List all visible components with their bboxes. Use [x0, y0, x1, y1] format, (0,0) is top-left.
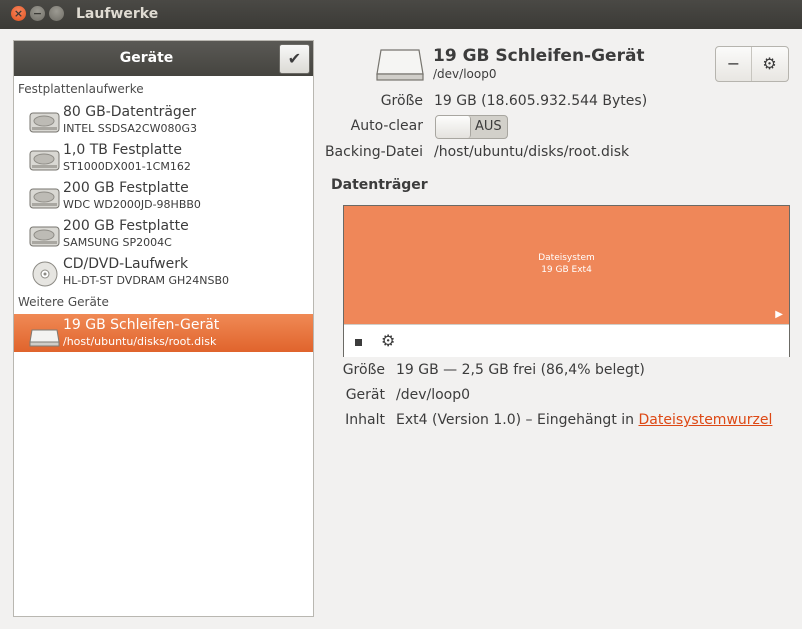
mount-point-link[interactable]: Dateisystemwurzel [638, 412, 772, 428]
volume-toolbar: ⚙ [344, 324, 789, 357]
window-maximize-button[interactable] [49, 6, 64, 21]
section-title-other-devices: Weitere Geräte [18, 295, 109, 309]
window-title: Laufwerke [76, 6, 159, 22]
window-close-button[interactable]: × [11, 6, 26, 21]
device-name: CD/DVD-Laufwerk [63, 256, 189, 272]
device-item[interactable]: 200 GB Festplatte WDC WD2000JD-98HBB0 [14, 177, 313, 215]
backing-file-label: Backing-Datei [324, 144, 423, 160]
harddisk-icon [29, 226, 60, 247]
select-mode-button[interactable]: ✔ [279, 44, 310, 74]
device-sidebar: Geräte ✔ Festplattenlaufwerke 80 GB-Date… [13, 40, 314, 617]
device-model: HL-DT-ST DVDRAM GH24NSB0 [63, 274, 230, 287]
volume-size-value: 19 GB — 2,5 GB frei (86,4% belegt) [396, 362, 645, 378]
partition-block[interactable]: Dateisystem 19 GB Ext4 ▶ [344, 206, 789, 324]
autoclear-toggle[interactable]: AUS [435, 115, 508, 139]
device-name: 1,0 TB Festplatte [63, 142, 182, 158]
partition-name: Dateisystem [538, 253, 595, 263]
device-settings-button[interactable]: ⚙ [752, 47, 787, 81]
gear-icon: ⚙ [762, 54, 777, 73]
device-name: 19 GB Schleifen-Gerät [63, 317, 220, 333]
minus-icon: − [726, 54, 741, 73]
device-name: 200 GB Festplatte [63, 180, 189, 196]
device-item[interactable]: 200 GB Festplatte SAMSUNG SP2004C [14, 215, 313, 253]
loop-device-icon [29, 329, 60, 347]
harddisk-icon [29, 188, 60, 209]
harddisk-icon [29, 150, 60, 171]
volume-settings-gear-icon[interactable]: ⚙ [381, 331, 395, 350]
device-item[interactable]: 80 GB-Datenträger INTEL SSDSA2CW080G3 [14, 101, 313, 139]
toggle-knob [436, 116, 471, 138]
device-name: 200 GB Festplatte [63, 218, 189, 234]
device-model: INTEL SSDSA2CW080G3 [63, 122, 197, 135]
size-value: 19 GB (18.605.932.544 Bytes) [434, 93, 648, 109]
device-path: /host/ubuntu/disks/root.disk [63, 335, 217, 348]
device-minus-button[interactable]: − [716, 47, 752, 81]
volume-map: Dateisystem 19 GB Ext4 ▶ ⚙ [343, 205, 790, 357]
volume-content-label: Inhalt [345, 412, 385, 428]
toggle-state: AUS [475, 119, 502, 134]
check-icon: ✔ [287, 49, 302, 68]
section-title-harddisks: Festplattenlaufwerke [18, 82, 144, 96]
device-name: 80 GB-Datenträger [63, 104, 197, 120]
device-title: 19 GB Schleifen-Gerät [433, 46, 645, 66]
size-label: Größe [380, 93, 423, 109]
play-arrow-icon: ▶ [775, 309, 783, 320]
autoclear-label: Auto-clear [350, 118, 423, 134]
device-model: ST1000DX001-1CM162 [63, 160, 191, 173]
sidebar-header: Geräte ✔ [14, 41, 313, 76]
content-text: Ext4 (Version 1.0) – Eingehängt in [396, 412, 639, 428]
optical-disc-icon [32, 261, 58, 287]
backing-file-value: /host/ubuntu/disks/root.disk [434, 144, 630, 160]
volume-content-value: Ext4 (Version 1.0) – Eingehängt in Datei… [396, 412, 772, 428]
device-item[interactable]: CD/DVD-Laufwerk HL-DT-ST DVDRAM GH24NSB0 [14, 253, 313, 291]
partition-size: 19 GB Ext4 [541, 265, 592, 275]
device-item-selected[interactable]: 19 GB Schleifen-Gerät /host/ubuntu/disks… [14, 314, 313, 352]
volumes-title: Datenträger [331, 177, 428, 193]
device-actions: − ⚙ [715, 46, 789, 82]
loop-device-icon [376, 49, 424, 81]
window-minimize-button[interactable]: − [30, 6, 45, 21]
device-path: /dev/loop0 [433, 67, 497, 81]
device-model: WDC WD2000JD-98HBB0 [63, 198, 201, 211]
volume-device-label: Gerät [345, 387, 385, 403]
device-item[interactable]: 1,0 TB Festplatte ST1000DX001-1CM162 [14, 139, 313, 177]
unmount-stop-icon[interactable] [355, 339, 362, 346]
volume-size-label: Größe [342, 362, 385, 378]
volume-device-value: /dev/loop0 [396, 387, 471, 403]
window-titlebar: × − Laufwerke [0, 0, 802, 29]
sidebar-title: Geräte [119, 50, 174, 66]
device-model: SAMSUNG SP2004C [63, 236, 172, 249]
harddisk-icon [29, 112, 60, 133]
